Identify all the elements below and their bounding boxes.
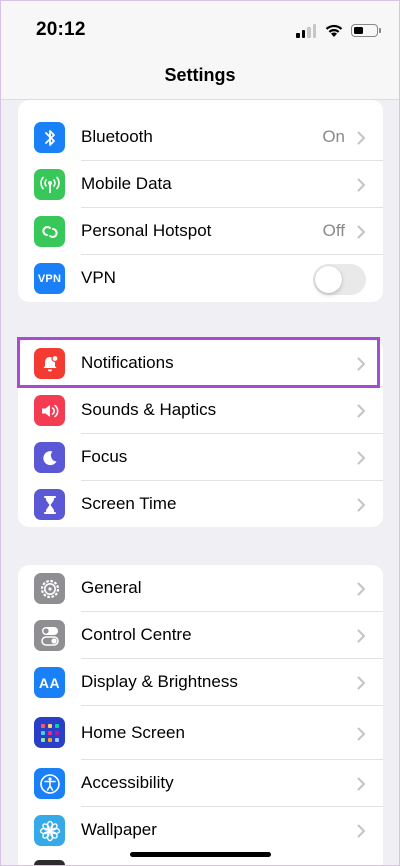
settings-row-display-brightness[interactable]: AA Display & Brightness [18, 659, 383, 706]
row-value: On [322, 127, 345, 146]
chevron-right-icon [357, 498, 365, 512]
settings-row-accessibility[interactable]: Accessibility [18, 760, 383, 807]
bluetooth-icon [34, 122, 65, 153]
navigation-bar: Settings [0, 60, 400, 100]
chevron-right-icon [357, 357, 365, 371]
vpn-icon-text: VPN [37, 272, 62, 285]
settings-row-control-centre[interactable]: Control Centre [18, 612, 383, 659]
general-group: General Control Centre AA Display & Brig… [18, 565, 383, 866]
battery-icon [351, 24, 381, 37]
chevron-right-icon [357, 178, 365, 192]
alerts-group: Notifications Sounds & Haptics Focus Scr… [18, 340, 383, 527]
bell-icon [34, 348, 65, 379]
chevron-right-icon [357, 676, 365, 690]
settings-row-home-screen[interactable]: Home Screen [18, 706, 383, 760]
row-label: Home Screen [81, 723, 185, 742]
settings-row-mobile-data[interactable]: Mobile Data [18, 161, 383, 208]
row-label: Wallpaper [81, 820, 157, 839]
row-label: Control Centre [81, 625, 192, 644]
chevron-right-icon [357, 582, 365, 596]
page-title: Settings [164, 65, 236, 85]
chevron-right-icon [357, 777, 365, 791]
toggles-icon [34, 620, 65, 651]
row-label: Personal Hotspot [81, 221, 212, 240]
row-label: Screen Time [81, 494, 177, 513]
row-value: Off [322, 221, 345, 240]
chevron-right-icon [357, 451, 365, 465]
vpn-icon: VPN [34, 263, 65, 294]
settings-row-sounds-haptics[interactable]: Sounds & Haptics [18, 387, 383, 434]
row-label: Display & Brightness [81, 672, 238, 691]
row-label: Notifications [81, 353, 174, 372]
antenna-icon [34, 169, 65, 200]
row-label: Mobile Data [81, 174, 172, 193]
row-label: General [81, 578, 142, 597]
settings-row-vpn: VPN VPN [18, 255, 383, 302]
flower-icon [34, 815, 65, 846]
home-indicator[interactable] [130, 852, 271, 857]
settings-row-focus[interactable]: Focus [18, 434, 383, 481]
chevron-right-icon [357, 727, 365, 741]
partial-row-icon [34, 860, 65, 866]
status-time: 20:12 [36, 19, 86, 40]
text-size-icon: AA [34, 667, 65, 698]
accessibility-icon [34, 768, 65, 799]
cellular-signal-icon [296, 22, 316, 38]
row-label: Sounds & Haptics [81, 400, 217, 419]
chevron-right-icon [357, 404, 365, 418]
row-label: VPN [81, 268, 116, 287]
row-label: Bluetooth [81, 127, 153, 146]
hotspot-icon [34, 216, 65, 247]
wifi-icon [324, 22, 344, 38]
hourglass-icon [34, 489, 65, 520]
home-grid-icon [34, 717, 65, 748]
chevron-right-icon [357, 131, 365, 145]
row-label: Accessibility [81, 773, 174, 792]
speaker-icon [34, 395, 65, 426]
moon-icon [34, 442, 65, 473]
toggle-knob [315, 266, 342, 293]
chevron-right-icon [357, 629, 365, 643]
settings-row-screen-time[interactable]: Screen Time [18, 481, 383, 527]
status-bar: 20:12 [0, 0, 400, 60]
text-size-icon-text: AA [38, 674, 61, 691]
row-label: Focus [81, 447, 128, 466]
settings-row-notifications[interactable]: Notifications [18, 340, 383, 387]
connectivity-group: Bluetooth On Mobile Data Personal Hotspo… [18, 100, 383, 302]
gear-icon [34, 573, 65, 604]
vpn-toggle[interactable] [313, 264, 366, 295]
chevron-right-icon [357, 824, 365, 838]
settings-row-bluetooth[interactable]: Bluetooth On [18, 114, 383, 161]
settings-row-wallpaper[interactable]: Wallpaper [18, 807, 383, 854]
settings-row-general[interactable]: General [18, 565, 383, 612]
chevron-right-icon [357, 225, 365, 239]
settings-row-personal-hotspot[interactable]: Personal Hotspot Off [18, 208, 383, 255]
